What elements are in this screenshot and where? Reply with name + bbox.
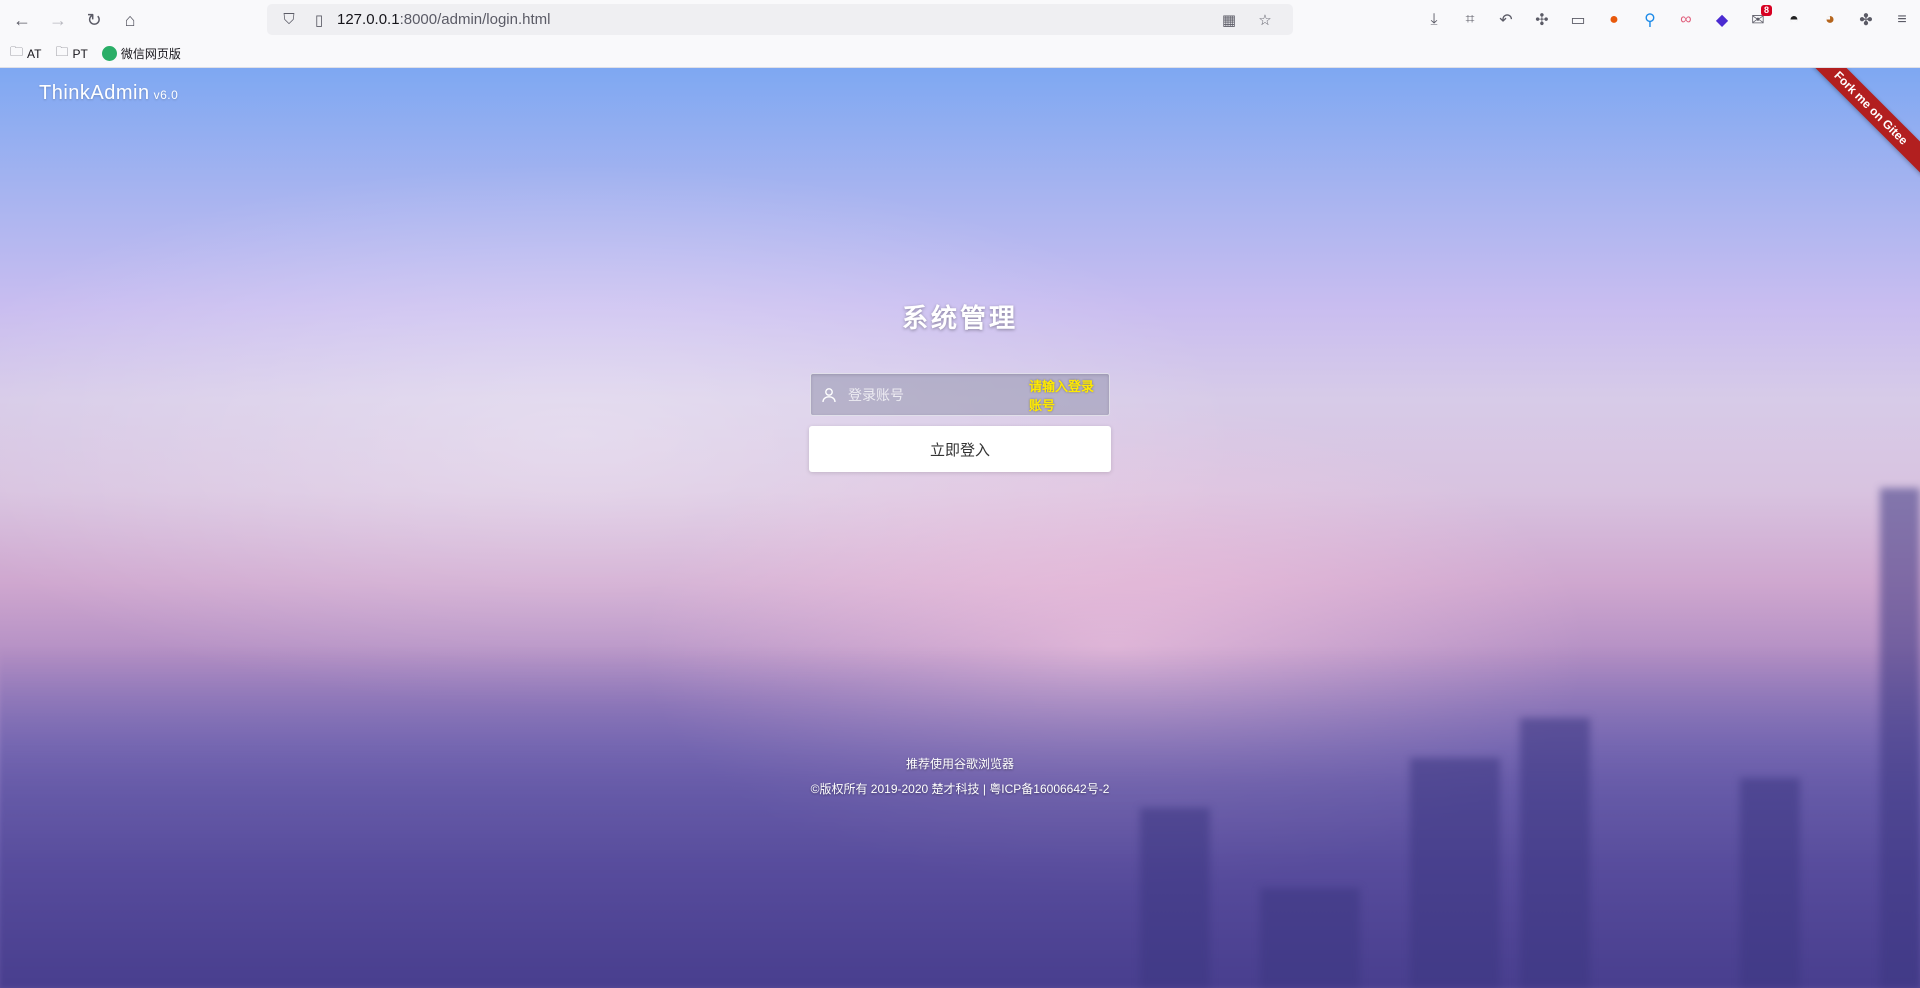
qr-code-icon[interactable]: ▦ <box>1217 8 1241 32</box>
wechat-icon <box>101 46 117 61</box>
extension-pin-icon[interactable]: ⚲ <box>1632 2 1668 38</box>
bookmark-wechat[interactable]: 微信网页版 <box>101 45 181 62</box>
username-field: 请输入登录账号 <box>810 373 1110 416</box>
background-tower <box>1140 808 1210 988</box>
back-icon[interactable]: ← <box>4 2 40 38</box>
bookmark-label: 微信网页版 <box>120 47 181 61</box>
extension-link-icon[interactable]: ∞ <box>1668 2 1704 38</box>
bookmarks-bar: 🗀 AT 🗀 PT 微信网页版 <box>0 40 1920 68</box>
login-title: 系统管理 <box>901 303 1018 333</box>
reload-icon[interactable]: ↻ <box>76 2 112 38</box>
background-tower <box>1260 888 1360 988</box>
bookmark-label: AT <box>27 46 42 61</box>
url-host: 127.0.0.1 <box>337 11 400 28</box>
browser-toolbar: ← → ↻ ⌂ ⛉ ▯ 127.0.0.1:8000/admin/login.h… <box>0 0 1920 40</box>
nav-buttons: ← → ↻ ⌂ <box>4 2 148 38</box>
folder-icon: 🗀 <box>10 43 24 59</box>
bookmark-star-icon[interactable]: ☆ <box>1253 8 1277 32</box>
extension-hat-icon[interactable]: ◓ <box>1776 2 1812 38</box>
undo-icon[interactable]: ↶ <box>1488 2 1524 38</box>
extension-avatar-icon[interactable]: ◕ <box>1812 2 1848 38</box>
version-label: v6.0 <box>153 88 179 102</box>
login-button[interactable]: 立即登入 <box>809 426 1111 472</box>
extension-badge: 8 <box>1760 5 1772 16</box>
app-logo[interactable]: ThinkAdmin v6.0 <box>39 82 178 105</box>
folder-icon: 🗀 <box>55 43 69 59</box>
extensions-icon[interactable]: ✣ <box>1524 2 1560 38</box>
extension-orange-icon[interactable]: ● <box>1596 2 1632 38</box>
extension-mail-icon[interactable]: ✉ 8 <box>1740 2 1776 38</box>
background-tower <box>1880 488 1920 988</box>
extension-cube-icon[interactable]: ◆ <box>1704 2 1740 38</box>
fork-ribbon: Fork me on Gitee <box>1810 68 1920 178</box>
menu-icon[interactable]: ≡ <box>1884 2 1920 38</box>
username-input[interactable] <box>847 386 1029 403</box>
page-icon: ▯ <box>314 11 324 29</box>
forward-icon[interactable]: → <box>40 2 76 38</box>
city-background <box>0 648 1920 988</box>
crop-icon[interactable]: ⌗ <box>1452 2 1488 38</box>
login-page: ThinkAdminv6.0 Fork me on Gitee 系统管理 请输入… <box>0 68 1920 988</box>
download-icon[interactable]: ⤓ <box>1416 2 1452 38</box>
user-icon <box>811 387 848 403</box>
home-icon[interactable]: ⌂ <box>112 2 148 38</box>
background-tower <box>1740 778 1800 988</box>
bookmark-at[interactable]: 🗀 AT <box>10 43 41 65</box>
reader-icon[interactable]: ▭ <box>1560 2 1596 38</box>
fork-ribbon-link[interactable]: Fork me on Gitee <box>1810 68 1920 176</box>
extension-puzzle-icon[interactable]: ✤ <box>1848 2 1884 38</box>
username-hint: 请输入登录账号 <box>1028 378 1094 413</box>
browser-tip: 推荐使用谷歌浏览器 <box>905 757 1014 771</box>
address-bar[interactable]: ⛉ ▯ 127.0.0.1:8000/admin/login.html ▦ ☆ <box>267 4 1293 35</box>
toolbar-extensions: ⤓ ⌗ ↶ ✣ ▭ ● ⚲ ∞ ◆ ✉ 8 ◓ ◕ ✤ ≡ <box>1416 0 1920 40</box>
shield-icon[interactable]: ⛉ <box>277 8 301 32</box>
bookmark-label: PT <box>72 46 88 61</box>
url-path: :8000/admin/login.html <box>399 11 551 28</box>
copyright: ©版权所有 2019-2020 楚才科技 | 粤ICP备16006642号-2 <box>810 782 1110 796</box>
logo-text: ThinkAdmin <box>39 82 150 104</box>
bookmark-pt[interactable]: 🗀 PT <box>55 43 87 65</box>
